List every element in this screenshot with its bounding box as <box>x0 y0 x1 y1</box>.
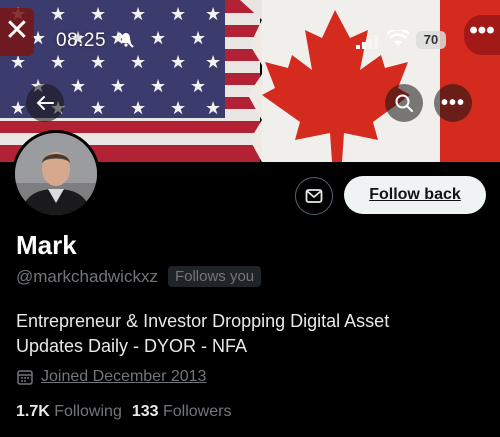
following-label: Following <box>54 403 122 420</box>
svg-text:★: ★ <box>50 52 66 72</box>
svg-text:★: ★ <box>170 52 186 72</box>
follow-back-button[interactable]: Follow back <box>344 176 486 214</box>
wifi-icon <box>386 27 410 54</box>
svg-text:★: ★ <box>130 98 146 118</box>
svg-text:★: ★ <box>170 98 186 118</box>
following-link[interactable]: 1.7K Following <box>16 403 122 421</box>
followers-label: Followers <box>163 403 232 420</box>
calendar-icon <box>17 370 33 385</box>
svg-text:★: ★ <box>130 4 146 24</box>
profile-handle: @markchadwickxz <box>16 266 158 286</box>
status-time: 08:25 <box>56 30 107 51</box>
search-button[interactable] <box>385 84 423 122</box>
svg-text:★: ★ <box>90 98 106 118</box>
followers-count: 133 <box>131 403 159 420</box>
follows-you-badge: Follows you <box>167 266 262 287</box>
svg-text:★: ★ <box>205 52 221 72</box>
bio-line: Entrepreneur & Investor Dropping Digital… <box>16 311 390 331</box>
joined-text: Joined December 2013 <box>41 368 207 385</box>
joined-date: Joined December 2013 <box>17 368 206 386</box>
svg-text:★: ★ <box>205 98 221 118</box>
profile-name: Mark <box>16 230 77 260</box>
profile-bio: Entrepreneur & Investor Dropping Digital… <box>16 309 486 359</box>
handle-row: @markchadwickxz Follows you <box>16 266 262 287</box>
battery-indicator: 70 <box>416 31 446 49</box>
more-horizontal-icon[interactable]: ••• <box>464 15 500 55</box>
more-options-button[interactable]: ••• <box>434 84 472 122</box>
bio-line: Updates Daily - DYOR - NFA <box>16 336 248 356</box>
svg-text:★: ★ <box>130 52 146 72</box>
svg-text:★: ★ <box>150 76 166 96</box>
svg-text:★: ★ <box>90 52 106 72</box>
back-button[interactable] <box>26 84 64 122</box>
svg-text:★: ★ <box>90 4 106 24</box>
svg-text:★: ★ <box>170 4 186 24</box>
envelope-icon <box>305 189 323 203</box>
more-horizontal-icon: ••• <box>440 91 465 114</box>
svg-text:★: ★ <box>110 76 126 96</box>
search-icon <box>395 94 413 112</box>
svg-text:★: ★ <box>205 4 221 24</box>
following-count: 1.7K <box>16 403 50 420</box>
avatar[interactable] <box>12 130 100 218</box>
close-icon[interactable]: ✕ <box>0 8 34 56</box>
message-button[interactable] <box>295 177 333 215</box>
arrow-left-icon <box>36 96 54 110</box>
bell-muted-icon <box>118 32 134 54</box>
follow-stats: 1.7K Following 133 Followers <box>16 403 241 421</box>
signal-icon <box>356 33 378 55</box>
followers-link[interactable]: 133 Followers <box>132 403 232 421</box>
svg-text:★: ★ <box>50 4 66 24</box>
svg-text:★: ★ <box>190 76 206 96</box>
svg-text:★: ★ <box>10 98 26 118</box>
status-bar: 08:25 70 <box>0 27 500 55</box>
svg-text:★: ★ <box>70 76 86 96</box>
